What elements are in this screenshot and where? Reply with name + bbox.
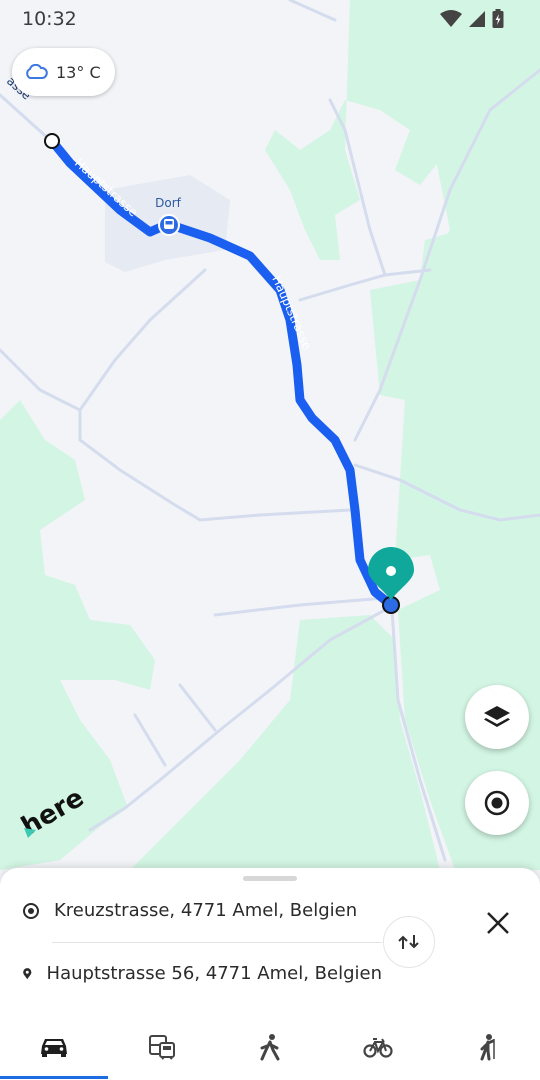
car-icon	[41, 1039, 67, 1057]
tab-hiking[interactable]	[432, 1014, 540, 1080]
destination-row[interactable]: Hauptstrasse 56, 4771 Amel, Belgien	[22, 963, 382, 984]
status-icons	[440, 9, 504, 29]
status-bar: 10:32	[0, 0, 540, 38]
swap-icon	[398, 935, 419, 949]
poi-label-dorf: Dorf	[155, 196, 182, 210]
locate-button[interactable]	[465, 771, 529, 835]
battery-charging-icon	[492, 9, 504, 28]
layers-icon	[484, 706, 510, 727]
public-transport-icon	[149, 1035, 175, 1060]
cloud-icon	[26, 64, 48, 79]
origin-marker	[44, 133, 60, 149]
origin-text: Kreuzstrasse, 4771 Amel, Belgien	[54, 900, 358, 921]
weather-chip[interactable]: 13° C	[12, 48, 115, 96]
bus-stop-icon[interactable]	[158, 214, 180, 236]
bicycle-icon	[363, 1038, 393, 1058]
signal-icon	[469, 11, 485, 27]
destination-icon	[23, 967, 32, 979]
hiking-icon	[480, 1034, 495, 1061]
close-icon	[487, 912, 509, 934]
sheet-drag-handle[interactable]	[243, 876, 297, 881]
route-planner-sheet: Kreuzstrasse, 4771 Amel, Belgien Hauptst…	[0, 868, 540, 1080]
close-button[interactable]	[478, 903, 518, 943]
status-time: 10:32	[22, 8, 77, 30]
row-divider	[52, 942, 382, 943]
wifi-icon	[440, 10, 462, 27]
layers-button[interactable]	[465, 685, 529, 749]
locate-icon	[484, 790, 510, 816]
origin-icon	[23, 902, 39, 919]
tab-bicycle[interactable]	[324, 1014, 432, 1080]
tab-walk[interactable]	[216, 1014, 324, 1080]
origin-row[interactable]: Kreuzstrasse, 4771 Amel, Belgien	[22, 900, 382, 921]
swap-button[interactable]	[383, 916, 435, 968]
tab-car[interactable]	[0, 1014, 108, 1080]
tab-public-transport[interactable]	[108, 1014, 216, 1080]
transport-mode-tabs	[0, 1014, 540, 1080]
destination-text: Hauptstrasse 56, 4771 Amel, Belgien	[46, 963, 382, 984]
walk-icon	[260, 1034, 280, 1061]
map-canvas[interactable]: asse Hauptstrasse Hauptstrasse Dorf here	[0, 0, 540, 870]
temperature-text: 13° C	[56, 62, 101, 82]
